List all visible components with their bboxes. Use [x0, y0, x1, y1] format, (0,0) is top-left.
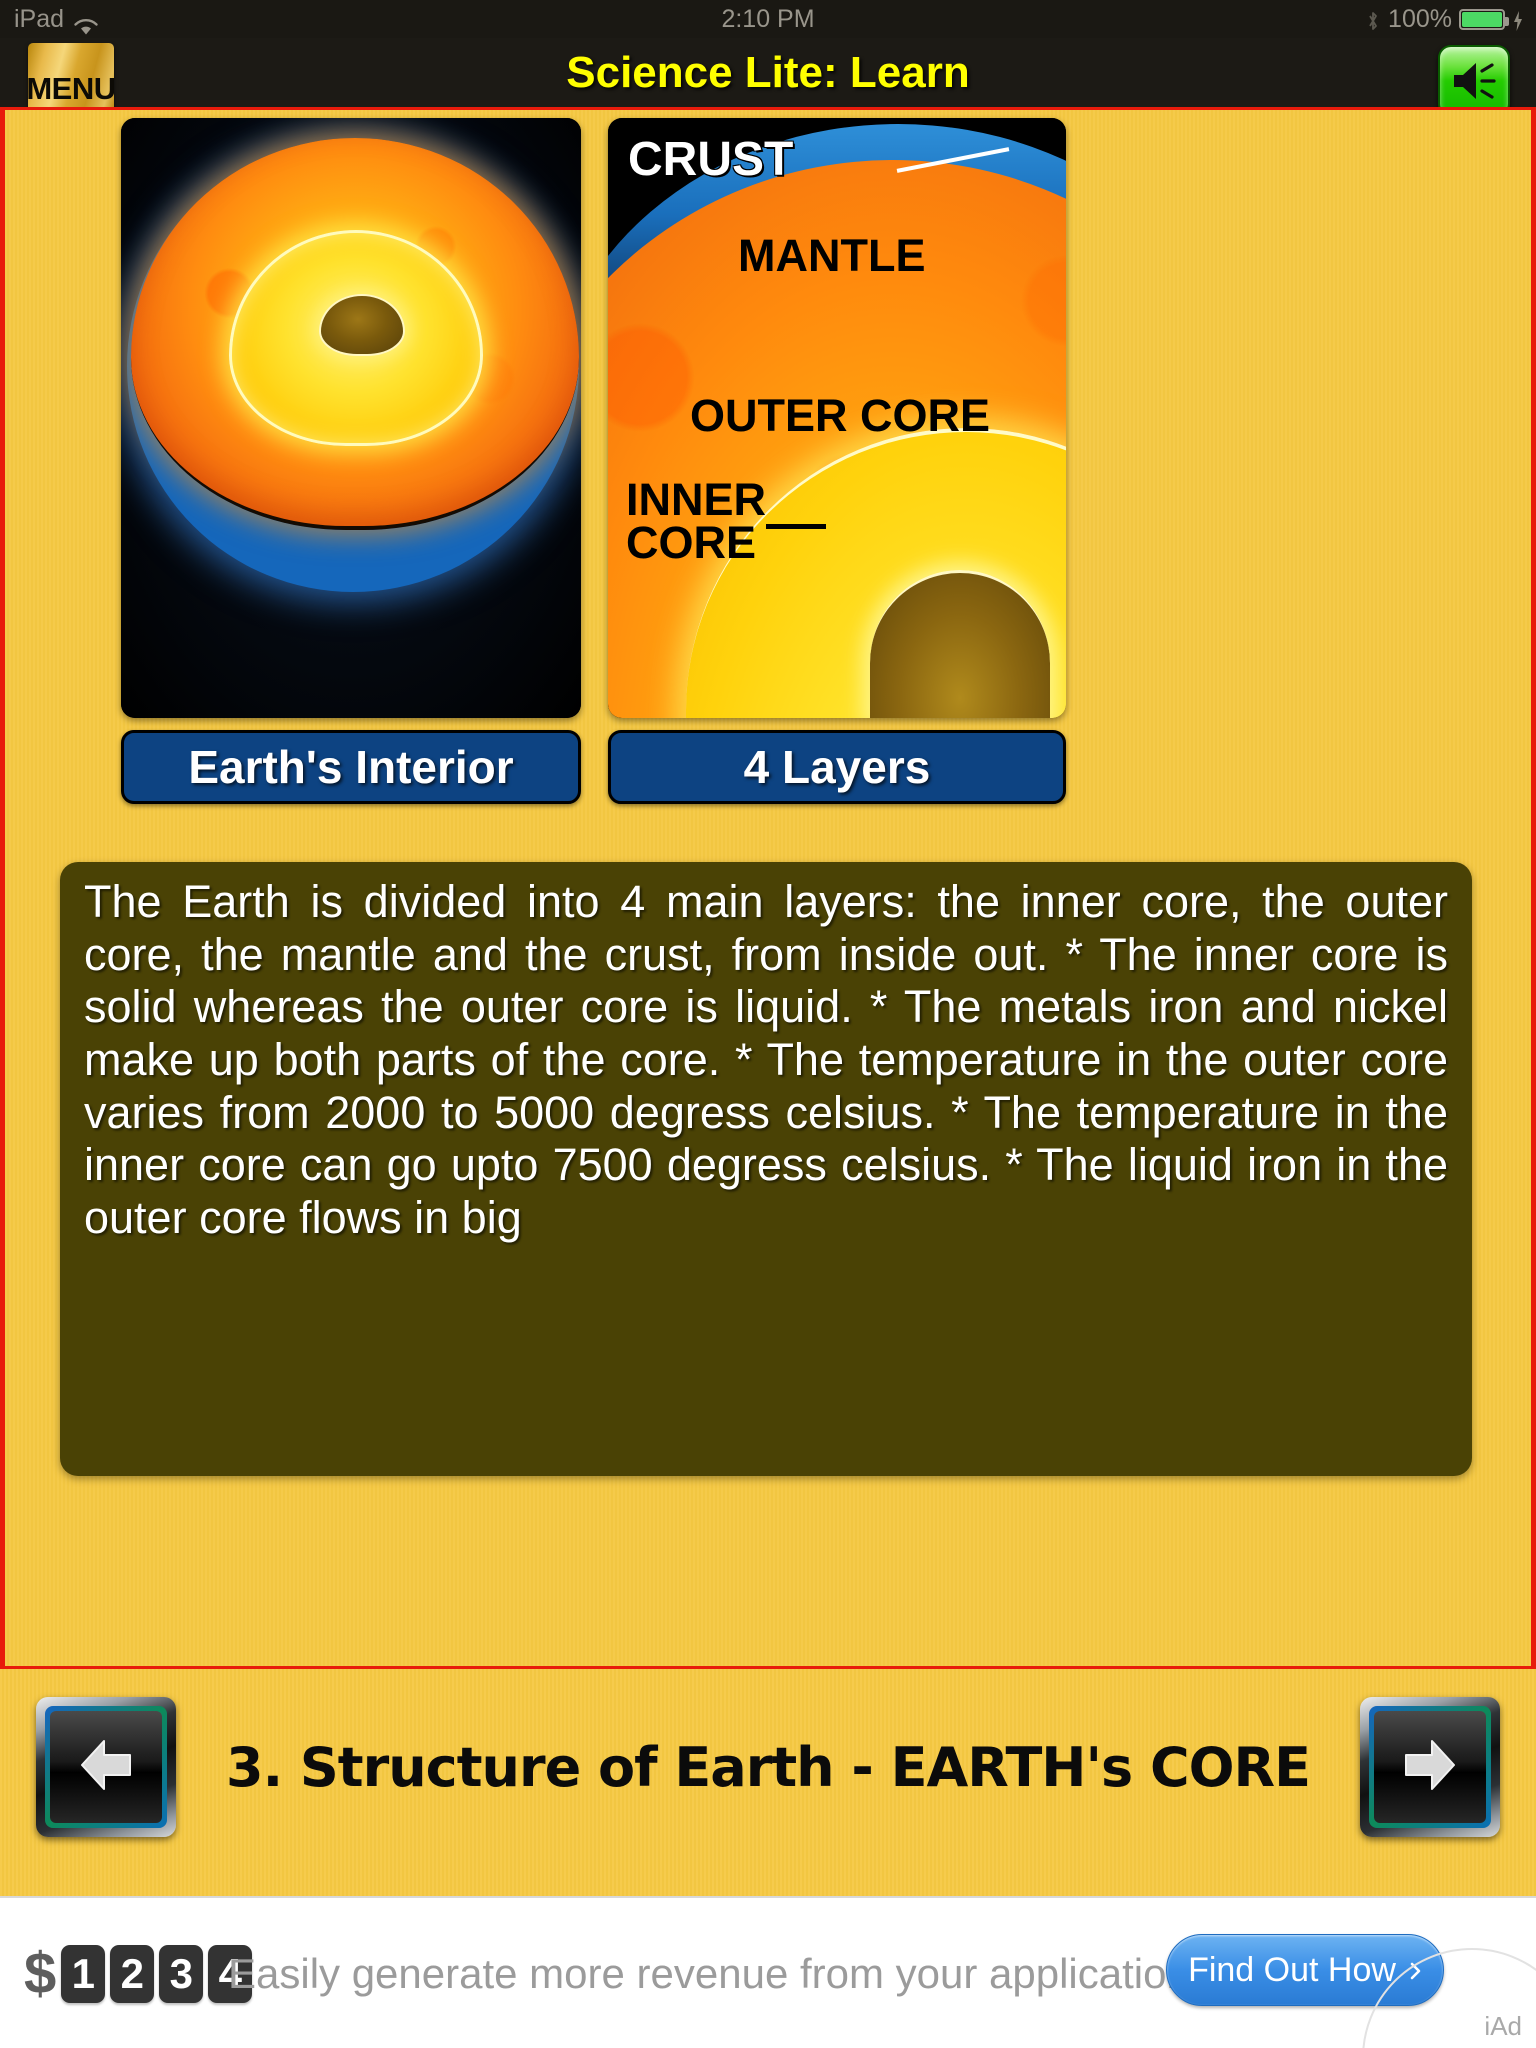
card-caption-4-layers[interactable]: 4 Layers: [608, 730, 1066, 804]
status-bar-right: 100%: [1365, 0, 1524, 38]
ad-digit: 3: [159, 1944, 204, 2003]
inner-core-leader-line: [766, 524, 826, 529]
label-inner-core: INNER CORE: [626, 474, 767, 569]
ad-headline: Easily generate more revenue from your a…: [228, 1950, 1202, 1997]
label-crust: CRUST: [628, 133, 794, 186]
bottom-navigation-bar: 3. Structure of Earth - EARTH's CORE: [0, 1669, 1536, 1896]
ad-digit: 2: [110, 1944, 155, 2003]
next-page-button[interactable]: [1360, 1697, 1500, 1837]
label-inner-core-line1: INNER: [626, 474, 767, 525]
bluetooth-icon: [1365, 7, 1381, 31]
label-inner-core-line2: CORE: [626, 517, 757, 569]
previous-page-button[interactable]: [36, 1697, 176, 1837]
page-title: Science Lite: Learn: [566, 48, 970, 97]
ad-logo: $ 1 2 3 4: [24, 1940, 253, 2007]
earth-layers-labelled-illustration[interactable]: CRUST MANTLE OUTER CORE INNER CORE: [608, 118, 1066, 718]
ios-status-bar: iPad 2:10 PM 100%: [0, 0, 1536, 38]
arrow-left-icon: [66, 1725, 146, 1810]
image-card-earths-interior[interactable]: Earth's Interior: [121, 118, 581, 804]
app-root: iPad 2:10 PM 100% MENU Science Lite: Lea…: [0, 0, 1536, 2048]
lightning-bolt-icon: [1512, 7, 1524, 31]
ad-dollar-sign: $: [24, 1941, 57, 2006]
lesson-content-area: Earth's Interior CRUST MANTLE OUTER CORE: [0, 107, 1536, 1669]
label-mantle: MANTLE: [738, 230, 926, 281]
iad-network-label: iAd: [1484, 2011, 1522, 2041]
ad-digit: 1: [61, 1944, 106, 2003]
status-bar-time: 2:10 PM: [721, 5, 815, 33]
arrow-right-icon: [1390, 1725, 1470, 1810]
label-outer-core: OUTER CORE: [690, 390, 991, 441]
app-navigation-bar: MENU Science Lite: Learn: [0, 38, 1536, 117]
lesson-text-panel[interactable]: The Earth is divided into 4 main layers:…: [60, 862, 1472, 1476]
battery-full-icon: [1459, 8, 1509, 30]
image-card-row: Earth's Interior CRUST MANTLE OUTER CORE: [5, 118, 1531, 838]
lesson-page-title: 3. Structure of Earth - EARTH's CORE: [226, 1735, 1311, 1799]
speaker-on-icon: [1448, 55, 1500, 107]
image-card-4-layers[interactable]: CRUST MANTLE OUTER CORE INNER CORE 4 Lay…: [608, 118, 1066, 804]
lesson-body-text: The Earth is divided into 4 main layers:…: [84, 876, 1448, 1243]
earth-cutaway-illustration[interactable]: [121, 118, 581, 718]
battery-percent-label: 100%: [1388, 5, 1452, 33]
find-out-how-label: Find Out How: [1188, 1950, 1396, 1989]
card-caption-earths-interior[interactable]: Earth's Interior: [121, 730, 581, 804]
iad-banner[interactable]: $ 1 2 3 4 Easily generate more revenue f…: [0, 1896, 1536, 2048]
